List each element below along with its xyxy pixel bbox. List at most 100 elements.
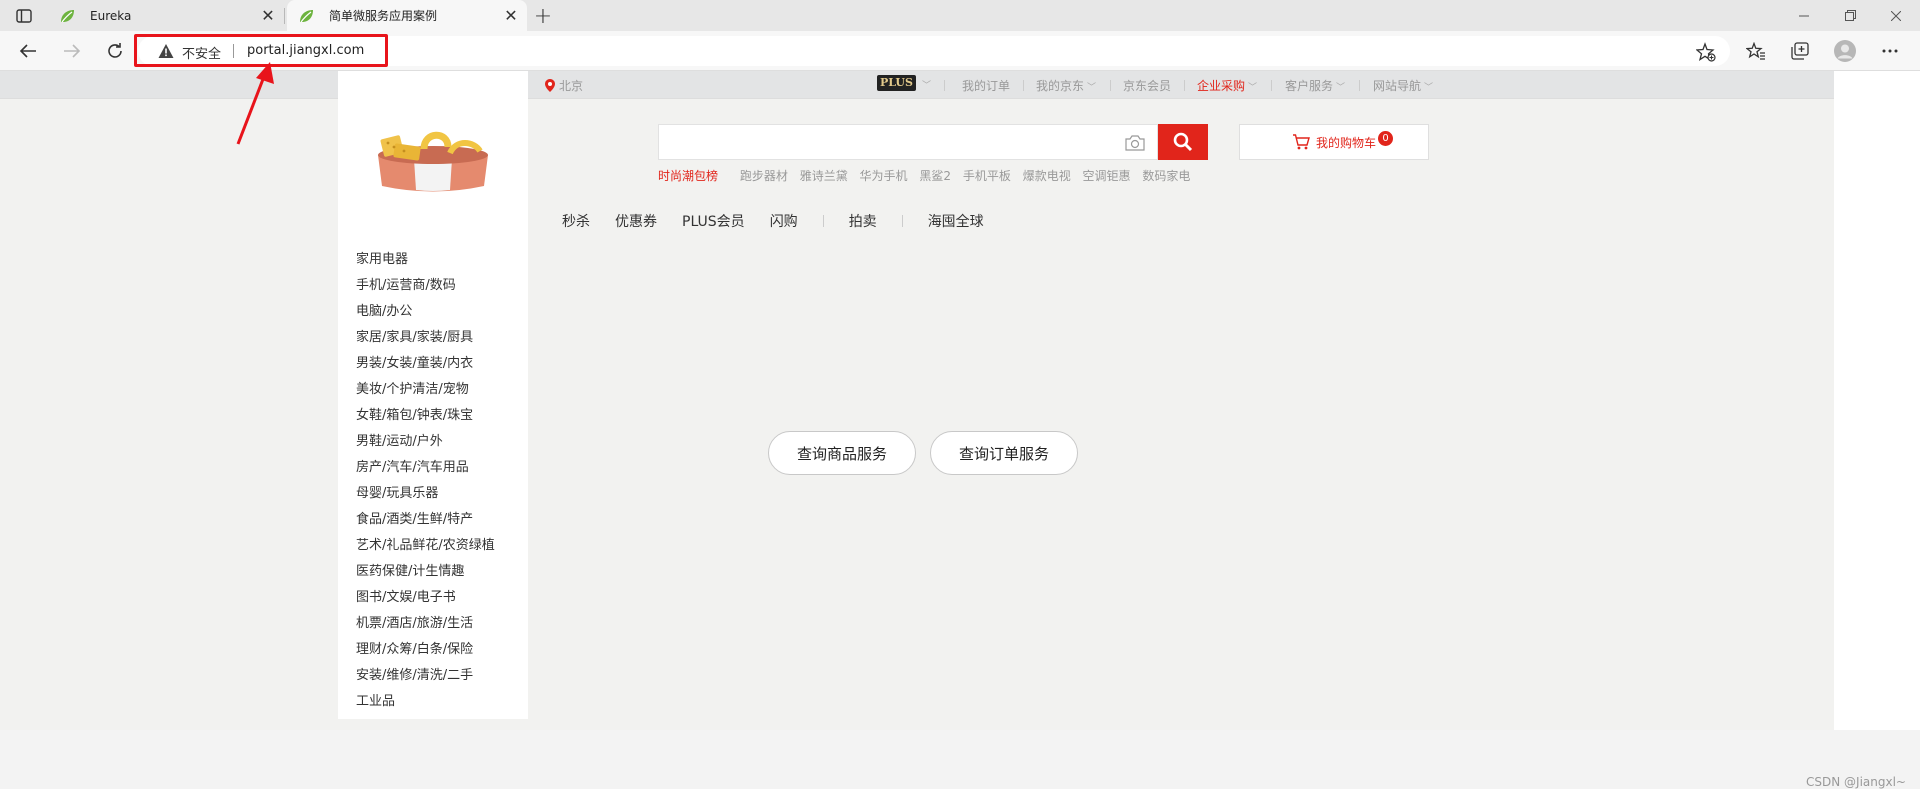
minimize-icon [1799,15,1809,16]
close-icon [1891,10,1901,21]
page-right-margin [1834,71,1920,730]
forward-button[interactable] [58,37,86,65]
location-label: 北京 [559,79,584,93]
minimize-button[interactable] [1782,0,1826,31]
category-item[interactable]: 安装/维修/清洗/二手 [338,663,528,689]
hot-word[interactable]: 空调钜惠 [1083,169,1131,183]
shortcut-my-jd[interactable]: 我的京东 ﹀ [1036,77,1096,94]
hot-word[interactable]: 爆款电视 [1023,169,1071,183]
category-menu: 家用电器 手机/运营商/数码 电脑/办公 家居/家具/家装/厨具 男装/女装/童… [338,239,528,719]
category-item[interactable]: 理财/众筹/白条/保险 [338,637,528,663]
close-window-button[interactable] [1874,0,1918,31]
camera-icon[interactable] [1125,134,1145,152]
shortcut-divider [1110,80,1111,91]
hot-word[interactable]: 手机平板 [963,169,1011,183]
hot-word[interactable]: 雅诗兰黛 [800,169,848,183]
refresh-button[interactable] [101,37,129,65]
hot-word-featured[interactable]: 时尚潮包榜 [658,169,718,183]
hot-word[interactable]: 数码家电 [1142,169,1190,183]
favorites-button[interactable] [1742,37,1770,65]
nav-item-auction[interactable]: 拍卖 [849,211,877,231]
nav-divider [822,215,824,227]
category-item[interactable]: 手机/运营商/数码 [338,273,528,299]
plus-chevron-icon: ﹀ [922,81,932,91]
category-item[interactable]: 男鞋/运动/户外 [338,429,528,455]
shortcut-divider [1271,80,1272,91]
cart-icon [1292,134,1310,150]
nav-divider [901,215,903,227]
forward-arrow-icon [64,44,81,58]
avatar-icon [1834,40,1856,62]
nav-item-global[interactable]: 海囤全球 [928,211,984,231]
nav-item-flash-sale[interactable]: 闪购 [770,211,798,231]
tab-microservice-demo[interactable]: 简单微服务应用案例 ✕ [287,0,527,31]
hot-words: 时尚潮包榜 跑步器材 雅诗兰黛 华为手机 黑鲨2 手机平板 爆款电视 空调钜惠 … [658,167,1198,184]
category-item[interactable]: 工业品 [338,689,528,715]
tab-eureka[interactable]: Eureka ✕ [48,0,284,31]
category-item[interactable]: 男装/女装/童装/内衣 [338,351,528,377]
hot-word[interactable]: 华为手机 [860,169,908,183]
hot-word[interactable]: 跑步器材 [740,169,788,183]
settings-menu-button[interactable] [1876,37,1904,65]
collections-button[interactable] [1786,37,1814,65]
nav-item-seckill[interactable]: 秒杀 [562,211,590,231]
hot-word[interactable]: 黑鲨2 [919,169,951,183]
shortcut-site-nav[interactable]: 网站导航 ﹀ [1373,77,1433,94]
profile-button[interactable] [1831,37,1859,65]
nav-item-plus[interactable]: PLUS会员 [682,211,745,231]
shortcut-my-orders[interactable]: 我的订单 [962,77,1010,94]
shopping-cart-button[interactable]: 我的购物车 [1239,124,1429,160]
more-dots-icon [1882,49,1898,53]
tab-actions-button[interactable] [10,6,38,26]
main-nav: 秒杀 优惠券 PLUS会员 闪购 拍卖 海囤全球 [562,211,1009,231]
category-item[interactable]: 机票/酒店/旅游/生活 [338,611,528,637]
nav-item-coupons[interactable]: 优惠券 [615,211,657,231]
search-button[interactable] [1158,124,1208,160]
refresh-icon [108,43,122,58]
location-selector[interactable]: 北京 [545,77,583,94]
category-item[interactable]: 家用电器 [338,247,528,273]
plus-badge[interactable]: PLUS [877,75,916,91]
chevron-down-icon: ﹀ [1424,83,1434,93]
category-item[interactable]: 电脑/办公 [338,299,528,325]
shortcut-divider [944,80,945,91]
shortcut-my-jd-label: 我的京东 [1036,79,1085,93]
spring-leaf-icon [300,9,313,22]
csdn-watermark: CSDN @Jiangxl~ [1806,775,1906,789]
add-favorite-icon[interactable] [1696,42,1716,62]
category-item[interactable]: 食品/酒类/生鲜/特产 [338,507,528,533]
query-goods-service-button[interactable]: 查询商品服务 [768,431,916,475]
query-orders-service-button[interactable]: 查询订单服务 [930,431,1078,475]
chevron-down-icon: ﹀ [1248,83,1258,93]
category-item[interactable]: 女鞋/箱包/钟表/珠宝 [338,403,528,429]
close-tab-icon[interactable]: ✕ [258,6,278,26]
tab-strip: Eureka ✕ 简单微服务应用案例 ✕ + [0,0,1920,31]
annotation-arrow-icon [236,62,274,145]
category-item[interactable]: 房产/汽车/汽车用品 [338,455,528,481]
tab-divider [284,8,285,24]
cart-count-badge: 0 [1378,131,1393,146]
category-item[interactable]: 美妆/个护清洁/宠物 [338,377,528,403]
category-item[interactable]: 艺术/礼品鲜花/农资绿植 [338,533,528,559]
logo-panel[interactable] [338,71,528,239]
back-button[interactable] [14,37,42,65]
tab-title: Eureka [90,8,132,23]
category-item[interactable]: 家居/家具/家装/厨具 [338,325,528,351]
shortcut-divider [1359,80,1360,91]
shortcut-enterprise-label: 企业采购 [1197,79,1246,93]
restore-button[interactable] [1828,0,1872,31]
shortcut-customer-service[interactable]: 客户服务 ﹀ [1285,77,1345,94]
favorites-icon [1746,42,1765,60]
category-item[interactable]: 母婴/玩具乐器 [338,481,528,507]
close-tab-icon[interactable]: ✕ [501,6,521,26]
category-item[interactable]: 图书/文娱/电子书 [338,585,528,611]
spring-leaf-icon [61,9,74,22]
shortcut-jd-member[interactable]: 京东会员 [1123,77,1171,94]
shortcut-enterprise-purchase[interactable]: 企业采购 ﹀ [1197,77,1257,94]
category-item[interactable]: 医药保健/计生情趣 [338,559,528,585]
site-logo [378,131,488,192]
search-input[interactable] [658,124,1158,160]
chevron-down-icon: ﹀ [1087,83,1097,93]
web-page: 北京 PLUS ﹀ 我的订单 我的京东 ﹀ 京东会员 企业采购 ﹀ 客户服务 ﹀ 网站… [0,71,1906,789]
new-tab-button[interactable]: + [531,4,555,29]
